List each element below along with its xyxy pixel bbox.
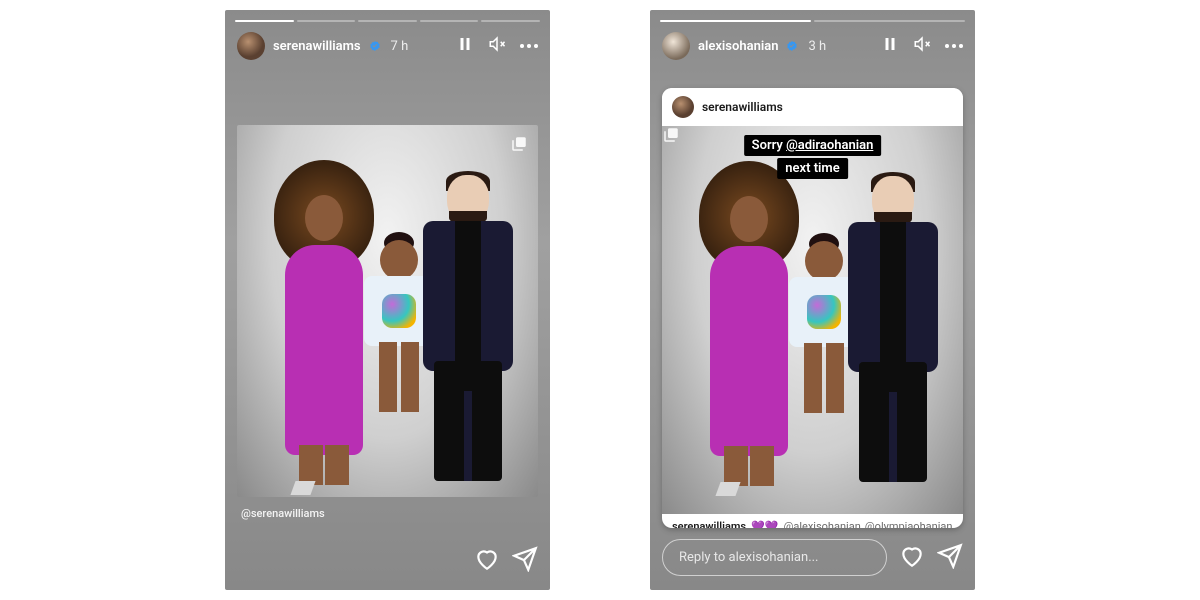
repost-username[interactable]: serenawilliams — [702, 100, 783, 114]
overlay-line1-pre: Sorry — [752, 138, 786, 153]
repost-header: serenawilliams — [662, 88, 963, 126]
like-icon[interactable] — [899, 543, 925, 573]
progress-segment — [660, 20, 811, 22]
progress-segment — [358, 20, 417, 22]
more-icon[interactable] — [945, 44, 963, 48]
pause-icon[interactable] — [881, 35, 899, 57]
caption-mention[interactable]: @alexisohanian — [783, 520, 860, 528]
reply-input[interactable]: Reply to alexisohanian... — [662, 539, 887, 576]
progress-segment — [235, 20, 294, 22]
story-overlay-text: Sorry @adiraohanian next time — [744, 134, 882, 180]
caption-mention[interactable]: @olympiaohanian — [865, 520, 953, 528]
carousel-icon — [510, 135, 528, 153]
avatar[interactable] — [672, 96, 694, 118]
progress-segment — [420, 20, 479, 22]
repost-card[interactable]: serenawilliams Sorry @adiraohanian next … — [662, 88, 963, 528]
avatar[interactable] — [237, 32, 265, 60]
progress-segment — [814, 20, 965, 22]
photo-tag[interactable]: @serenawilliams — [241, 507, 325, 520]
mute-icon[interactable] — [913, 35, 931, 57]
share-icon[interactable] — [512, 546, 538, 576]
overlay-line2: next time — [777, 158, 847, 179]
progress-bar — [235, 20, 540, 22]
progress-segment — [481, 20, 540, 22]
story-footer — [237, 546, 538, 576]
avatar[interactable] — [662, 32, 690, 60]
story-footer: Reply to alexisohanian... — [662, 539, 963, 576]
story-alexis: alexisohanian 3 h serenawilliams Sorry @… — [650, 10, 975, 590]
share-icon[interactable] — [937, 543, 963, 573]
story-username[interactable]: serenawilliams — [273, 39, 361, 54]
story-username[interactable]: alexisohanian — [698, 39, 778, 54]
photo-figure-man — [419, 165, 529, 485]
story-timestamp: 7 h — [391, 39, 409, 54]
story-serena: serenawilliams 7 h @serenawilliams — [225, 10, 550, 590]
caption-username[interactable]: serenawilliams — [672, 520, 746, 528]
repost-caption: serenawilliams 💜💜 @alexisohanian @olympi… — [662, 514, 963, 528]
overlay-mention[interactable]: @adiraohanian — [786, 138, 873, 153]
progress-bar — [660, 20, 965, 22]
story-header: serenawilliams 7 h — [237, 32, 538, 60]
story-timestamp: 3 h — [808, 39, 826, 54]
photo-figure-man — [844, 166, 954, 486]
like-icon[interactable] — [474, 546, 500, 576]
verified-badge-icon — [369, 40, 381, 52]
story-photo[interactable] — [237, 125, 538, 497]
story-header: alexisohanian 3 h — [662, 32, 963, 60]
caption-emoji: 💜💜 — [751, 520, 778, 528]
progress-segment — [297, 20, 356, 22]
repost-photo: Sorry @adiraohanian next time — [662, 126, 963, 514]
more-icon[interactable] — [520, 44, 538, 48]
mute-icon[interactable] — [488, 35, 506, 57]
pause-icon[interactable] — [456, 35, 474, 57]
verified-badge-icon — [786, 40, 798, 52]
